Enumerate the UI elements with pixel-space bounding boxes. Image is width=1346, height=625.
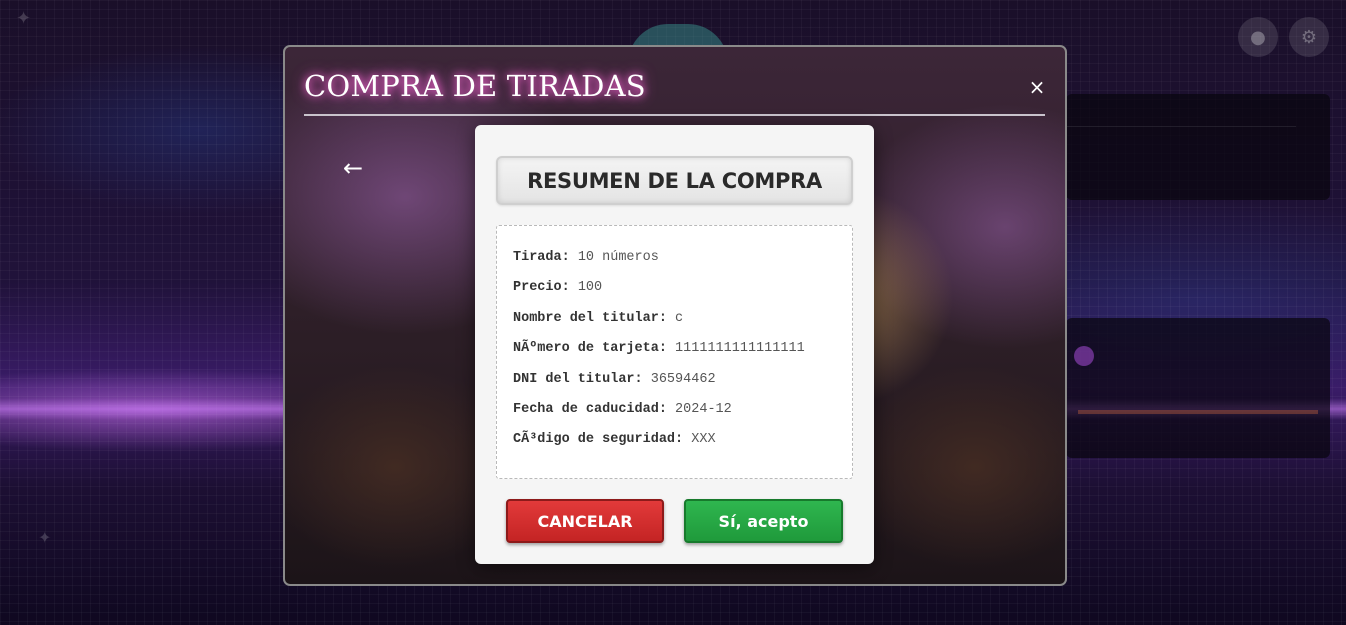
background-panel-bar: [1078, 410, 1318, 414]
title-divider: [304, 114, 1045, 116]
detail-label: Fecha de caducidad:: [513, 401, 667, 417]
detail-value: 100: [577, 280, 603, 296]
detail-row-codigo: CÃ³digo de seguridad: XXX: [513, 430, 852, 460]
summary-heading: RESUMEN DE LA COMPRA: [496, 156, 853, 205]
background-side-panel: [1066, 94, 1330, 200]
detail-row-caducidad: Fecha de caducidad: 2024-12: [513, 400, 852, 430]
detail-value: XXX: [691, 432, 716, 448]
back-arrow-icon[interactable]: ←: [340, 155, 366, 181]
detail-row-tirada: Tirada: 10 números: [513, 248, 852, 278]
detail-label: Tirada:: [513, 250, 570, 265]
star-icon: ✦: [38, 528, 52, 547]
close-icon[interactable]: ×: [1025, 75, 1049, 99]
modal-title: COMPRA DE TIRADAS: [304, 69, 646, 103]
detail-row-tarjeta: NÃºmero de tarjeta: 1111111111111111: [513, 339, 852, 369]
detail-label: DNI del titular:: [513, 371, 643, 387]
background-settings-button: ⚙: [1289, 17, 1329, 57]
detail-value: c: [675, 310, 684, 326]
detail-row-dni: DNI del titular: 36594462: [513, 370, 852, 400]
detail-value: 36594462: [650, 371, 716, 387]
background-panel-dot: [1074, 346, 1094, 366]
detail-value: 2024-12: [675, 401, 732, 417]
cancel-button[interactable]: CANCELAR: [506, 499, 664, 543]
detail-row-precio: Precio: 100: [513, 278, 852, 308]
detail-label: Precio:: [513, 280, 570, 296]
background-side-panel: [1066, 318, 1330, 458]
summary-details: Tirada: 10 números Precio: 100 Nombre de…: [496, 225, 853, 479]
detail-row-nombre: Nombre del titular: c: [513, 309, 852, 339]
detail-value: 1111111111111111: [675, 341, 805, 357]
detail-label: Nombre del titular:: [513, 310, 667, 326]
background-round-button: ●: [1238, 17, 1278, 57]
background-panel-row: [1066, 114, 1296, 127]
purchase-summary-dialog: RESUMEN DE LA COMPRA Tirada: 10 números …: [475, 125, 874, 564]
detail-label: NÃºmero de tarjeta:: [513, 341, 667, 357]
star-icon: ✦: [16, 8, 32, 29]
detail-label: CÃ³digo de seguridad:: [513, 432, 684, 448]
detail-value: 10 números: [577, 250, 659, 265]
accept-button[interactable]: Sí, acepto: [684, 499, 843, 543]
